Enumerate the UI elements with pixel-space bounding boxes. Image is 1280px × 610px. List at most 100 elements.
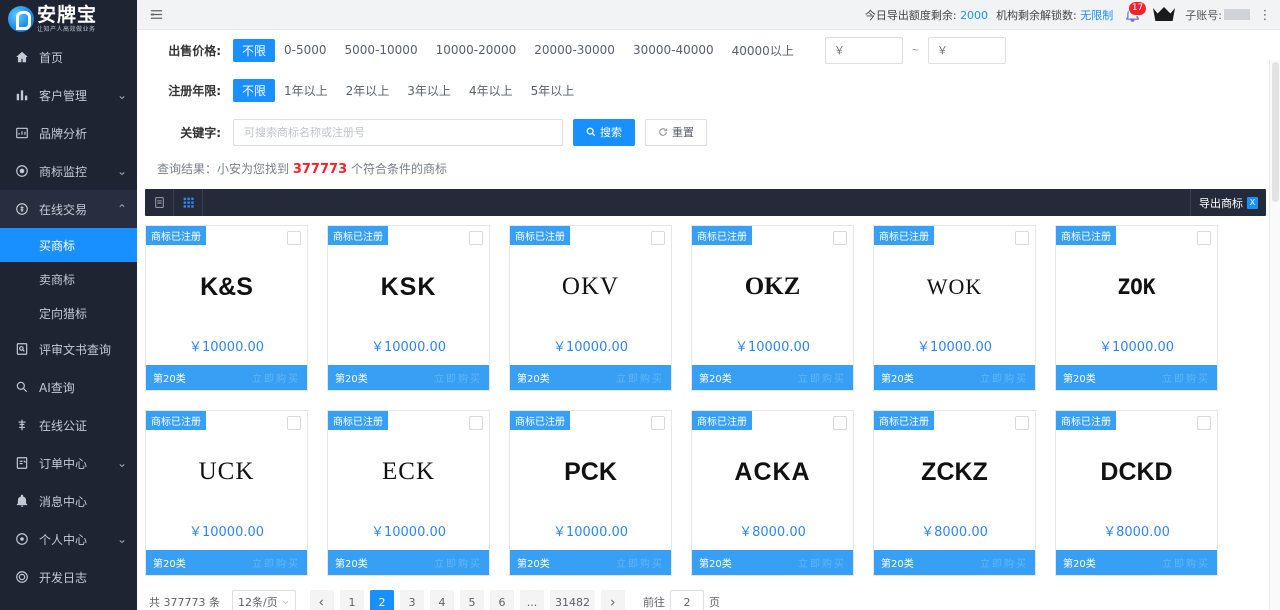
trademark-card[interactable]: 商标已注册 WOK ￥10000.00 第20类 立即购买 <box>873 225 1036 391</box>
pagination-last-page[interactable]: 31482 <box>549 590 595 610</box>
result-count: 377773 <box>292 162 348 177</box>
years-chip-any[interactable]: 不限 <box>233 78 276 102</box>
card-checkbox[interactable] <box>1197 231 1211 245</box>
sidebar-item-personal-center[interactable]: 个人中心 ⌄ <box>0 520 137 558</box>
menu-collapse-icon[interactable] <box>147 6 165 24</box>
card-footer-extra: 立即购买 <box>616 559 664 570</box>
logo[interactable]: 安牌宝 让知产人高效做业务 <box>0 0 137 38</box>
card-checkbox[interactable] <box>1015 231 1029 245</box>
trademark-card[interactable]: 商标已注册 KSK ￥10000.00 第20类 立即购买 <box>327 225 490 391</box>
sidebar-item-dev-log[interactable]: 开发日志 <box>0 558 137 596</box>
trademark-card[interactable]: 商标已注册 ACKA ￥8000.00 第20类 立即购买 <box>691 410 854 576</box>
card-checkbox[interactable] <box>651 231 665 245</box>
status-badge: 商标已注册 <box>692 411 752 430</box>
pagination-page-2[interactable]: 2 <box>369 590 394 610</box>
filter-row-keyword: 关键字: 搜索 重置 <box>145 110 1266 154</box>
trademark-card[interactable]: 商标已注册 UCK ￥10000.00 第20类 立即购买 <box>145 410 308 576</box>
pagination-page-5[interactable]: 5 <box>459 590 484 610</box>
sidebar-subitem-buy-trademark[interactable]: 买商标 <box>0 228 137 262</box>
pagination-ellipsis[interactable]: ... <box>519 590 544 610</box>
status-badge: 商标已注册 <box>874 226 934 245</box>
card-footer: 第20类 立即购买 <box>692 550 853 575</box>
sidebar-subitem-targeted-hunting[interactable]: 定向猎标 <box>0 296 137 330</box>
years-chip-3plus[interactable]: 3年以上 <box>398 79 460 102</box>
price-chip-any[interactable]: 不限 <box>233 38 276 62</box>
search-button[interactable]: 搜索 <box>573 118 635 146</box>
trademark-category: 第20类 <box>881 559 914 570</box>
status-badge: 商标已注册 <box>328 226 388 245</box>
price-max-input[interactable] <box>927 36 1006 64</box>
jump-page-input[interactable] <box>669 590 704 610</box>
trademark-card[interactable]: 商标已注册 K&S ￥10000.00 第20类 立即购买 <box>145 225 308 391</box>
trademark-card[interactable]: 商标已注册 OKV ￥10000.00 第20类 立即购买 <box>509 225 672 391</box>
pagination-page-3[interactable]: 3 <box>399 590 424 610</box>
card-checkbox[interactable] <box>651 416 665 430</box>
pagination-page-6[interactable]: 6 <box>489 590 514 610</box>
trademark-card[interactable]: 商标已注册 OKZ ￥10000.00 第20类 立即购买 <box>691 225 854 391</box>
years-chip-2plus[interactable]: 2年以上 <box>337 79 399 102</box>
trademark-category: 第20类 <box>153 559 186 570</box>
sidebar-item-online-transaction[interactable]: 在线交易 ⌃ <box>0 190 137 228</box>
sidebar-item-ai-search[interactable]: AI查询 <box>0 368 137 406</box>
trademark-card[interactable]: 商标已注册 ZOK ￥10000.00 第20类 立即购买 <box>1055 225 1218 391</box>
notification-bell-button[interactable]: 17 <box>1121 0 1148 26</box>
pagination-prev-button[interactable] <box>309 590 334 610</box>
result-summary: 查询结果：小安为您找到 377773 个符合条件的商标 <box>145 154 1266 185</box>
trademark-card[interactable]: 商标已注册 PCK ￥10000.00 第20类 立即购买 <box>509 410 672 576</box>
trademark-card[interactable]: 商标已注册 ZCKZ ￥8000.00 第20类 立即购买 <box>873 410 1036 576</box>
sidebar-item-brand-analysis[interactable]: 品牌分析 <box>0 114 137 152</box>
trademark-card[interactable]: 商标已注册 DCKD ￥8000.00 第20类 立即购买 <box>1055 410 1218 576</box>
price-chip-0-5000[interactable]: 0-5000 <box>275 40 336 60</box>
export-trademark-button[interactable]: 导出商标 X <box>1190 189 1266 216</box>
sidebar-item-order-center[interactable]: 订单中心 ⌄ <box>0 444 137 482</box>
price-chip-40000-plus[interactable]: 40000以上 <box>723 39 803 62</box>
pagination-page-1[interactable]: 1 <box>339 590 364 610</box>
trademark-card[interactable]: 商标已注册 ECK ￥10000.00 第20类 立即购买 <box>327 410 490 576</box>
more-vertical-icon[interactable]: ⋮ <box>1258 5 1272 25</box>
card-checkbox[interactable] <box>1197 416 1211 430</box>
trademark-category: 第20类 <box>335 374 368 385</box>
pagination-next-button[interactable] <box>600 590 625 610</box>
card-checkbox[interactable] <box>469 231 483 245</box>
sidebar-item-review-document-search[interactable]: 评审文书查询 <box>0 330 137 368</box>
status-badge: 商标已注册 <box>510 411 570 430</box>
years-chip-4plus[interactable]: 4年以上 <box>460 79 522 102</box>
card-checkbox[interactable] <box>287 231 301 245</box>
years-chip-5plus[interactable]: 5年以上 <box>522 79 584 102</box>
trademark-price: ￥8000.00 <box>1103 525 1170 540</box>
sidebar-item-message-center[interactable]: 消息中心 <box>0 482 137 520</box>
price-min-input[interactable] <box>824 36 903 64</box>
card-checkbox[interactable] <box>833 416 847 430</box>
page-size-select[interactable]: 12条/页 <box>231 590 296 610</box>
scrollbar-thumb[interactable] <box>1272 62 1279 202</box>
list-view-button[interactable] <box>145 189 174 216</box>
sidebar-item-label: 客户管理 <box>39 88 88 103</box>
vertical-scrollbar[interactable] <box>1269 60 1280 610</box>
card-footer-extra: 立即购买 <box>252 559 300 570</box>
years-chip-1plus[interactable]: 1年以上 <box>275 79 337 102</box>
sidebar-item-customer-management[interactable]: 客户管理 ⌄ <box>0 76 137 114</box>
chevron-icon <box>117 420 127 430</box>
pagination-jump: 前往 页 <box>643 590 720 610</box>
search-input[interactable] <box>233 118 563 146</box>
sidebar: 安牌宝 让知产人高效做业务 首页 客户管理 ⌄ 品牌分析 商标监控 ⌄ 在线交易… <box>0 0 137 610</box>
card-checkbox[interactable] <box>287 416 301 430</box>
sidebar-item-online-notarization[interactable]: 在线公证 <box>0 406 137 444</box>
price-chip-30000-40000[interactable]: 30000-40000 <box>624 40 723 60</box>
card-footer-extra: 立即购买 <box>434 374 482 385</box>
price-chip-10000-20000[interactable]: 10000-20000 <box>427 40 526 60</box>
card-checkbox[interactable] <box>469 416 483 430</box>
pagination-page-4[interactable]: 4 <box>429 590 454 610</box>
price-chip-5000-10000[interactable]: 5000-10000 <box>336 40 427 60</box>
sidebar-item-home[interactable]: 首页 <box>0 38 137 76</box>
crown-icon[interactable] <box>1151 5 1177 25</box>
price-chip-20000-30000[interactable]: 20000-30000 <box>525 40 624 60</box>
sidebar-subitem-sell-trademark[interactable]: 卖商标 <box>0 262 137 296</box>
sidebar-item-trademark-monitor[interactable]: 商标监控 ⌄ <box>0 152 137 190</box>
reset-button[interactable]: 重置 <box>645 118 707 146</box>
card-checkbox[interactable] <box>1015 416 1029 430</box>
grid-view-button[interactable] <box>174 189 203 216</box>
card-checkbox[interactable] <box>833 231 847 245</box>
ai-search-icon <box>14 379 30 395</box>
chevron-down-icon: ⌄ <box>116 532 128 546</box>
